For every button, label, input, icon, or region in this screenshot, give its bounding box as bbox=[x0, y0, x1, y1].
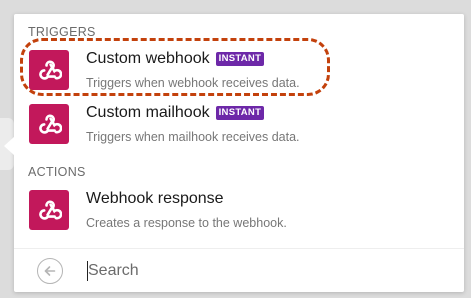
module-option-custom-mailhook[interactable]: Custom mailhook INSTANT Triggers when ma… bbox=[14, 98, 464, 160]
module-option-webhook-response[interactable]: Webhook response Creates a response to t… bbox=[14, 184, 464, 246]
popover-pointer bbox=[4, 137, 14, 155]
module-description: Creates a response to the webhook. bbox=[86, 216, 287, 230]
module-picker-popover: TRIGGERS Custom webhook INSTANT Triggers… bbox=[14, 14, 464, 292]
search-input[interactable] bbox=[86, 258, 448, 284]
module-title-row: Webhook response bbox=[86, 190, 224, 208]
webhook-icon bbox=[29, 104, 69, 144]
webhook-icon bbox=[29, 190, 69, 230]
arrow-left-circle-icon[interactable] bbox=[37, 258, 63, 284]
instant-badge: INSTANT bbox=[215, 106, 265, 120]
module-description: Triggers when mailhook receives data. bbox=[86, 130, 300, 144]
actions-section-label: ACTIONS bbox=[28, 165, 86, 179]
highlight-annotation bbox=[20, 38, 330, 96]
module-title: Custom mailhook bbox=[86, 104, 210, 121]
module-title-row: Custom mailhook INSTANT bbox=[86, 104, 265, 122]
search-bar bbox=[14, 248, 464, 292]
text-cursor bbox=[87, 261, 88, 281]
module-title: Webhook response bbox=[86, 190, 224, 207]
triggers-section-label: TRIGGERS bbox=[28, 25, 96, 39]
